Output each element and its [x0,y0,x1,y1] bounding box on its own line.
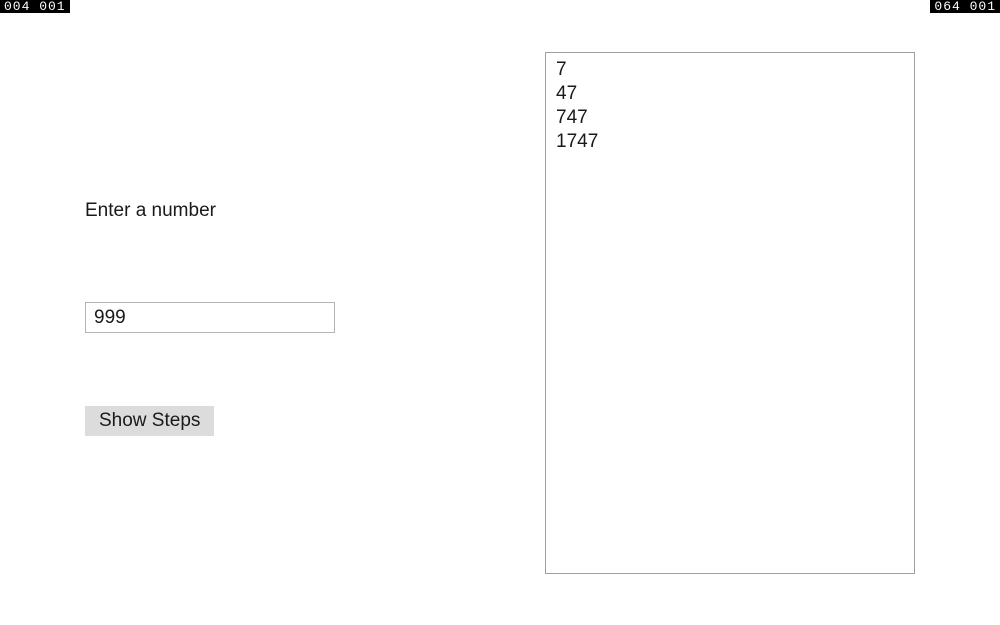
output-box: 7 47 747 1747 [545,52,915,574]
input-panel: Enter a number Show Steps [85,200,435,436]
show-steps-button[interactable]: Show Steps [85,406,214,436]
input-label: Enter a number [85,200,435,222]
output-line: 7 [556,58,904,82]
output-line: 747 [556,106,904,130]
output-line: 47 [556,82,904,106]
number-input[interactable] [85,302,335,333]
output-line: 1747 [556,130,904,154]
counter-right: 064 001 [930,0,1000,13]
counter-left: 004 001 [0,0,70,13]
